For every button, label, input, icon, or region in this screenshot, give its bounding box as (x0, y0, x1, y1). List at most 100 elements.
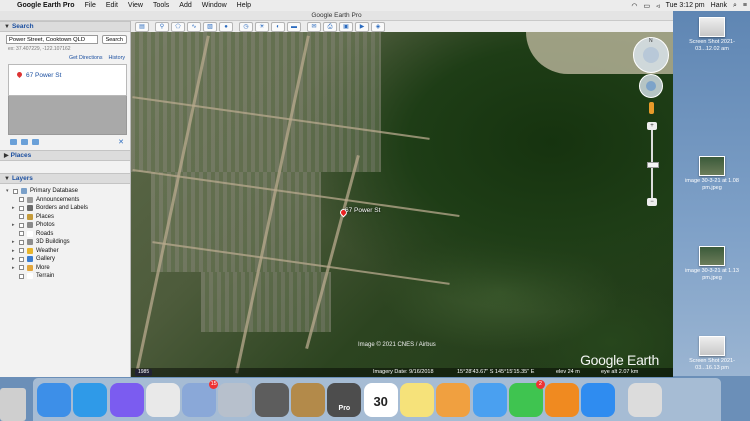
layer-checkbox[interactable] (19, 239, 24, 245)
email-icon[interactable]: ✉ (307, 21, 321, 32)
menu-file[interactable]: File (80, 2, 101, 9)
layer-expander-icon[interactable]: ▸ (12, 205, 19, 211)
layer-item[interactable]: ▸ More (6, 264, 130, 273)
layer-expander-icon[interactable]: ▸ (12, 256, 19, 262)
spotlight-icon[interactable]: ⌕ (730, 2, 740, 10)
street-view-pegman-icon[interactable] (649, 102, 654, 114)
layer-checkbox[interactable] (19, 265, 24, 271)
layer-checkbox[interactable] (19, 222, 24, 228)
finder-icon[interactable] (37, 382, 71, 417)
layer-item[interactable]: ▸ Weather (6, 247, 130, 256)
calendar-icon[interactable]: 30 (363, 382, 398, 417)
layer-checkbox[interactable] (19, 205, 24, 211)
menu-window[interactable]: Window (197, 2, 232, 9)
menu-edit[interactable]: Edit (101, 2, 123, 9)
desktop-file[interactable]: Screen Shot 2021-03...16.13 pm (677, 336, 747, 371)
zoom-out-icon[interactable]: − (647, 198, 657, 206)
battery-icon[interactable]: ▭ (640, 2, 653, 10)
layers-panel-header[interactable]: ▼ Layers (0, 173, 130, 184)
layer-item[interactable]: Roads (6, 230, 130, 239)
copy-icon[interactable] (21, 139, 28, 145)
wifi-icon[interactable]: ◠ (628, 2, 640, 10)
desktop-file[interactable]: Screen Shot 2021-03...12.02 am (677, 17, 747, 52)
layer-item[interactable]: ▸ 3D Buildings (6, 238, 130, 247)
layer-item[interactable]: ▸ Borders and Labels (6, 204, 130, 213)
messenger-icon[interactable] (109, 382, 144, 417)
layer-checkbox[interactable] (19, 214, 24, 220)
volume-icon[interactable]: ◃ (653, 2, 663, 10)
notepad-icon[interactable] (399, 382, 434, 417)
layer-expander-icon[interactable]: ▸ (12, 265, 19, 271)
places-panel-header[interactable]: ▶ Places (0, 150, 130, 161)
mail-stamp-icon[interactable]: 15 (182, 379, 219, 417)
zoom-slider[interactable]: + − (647, 122, 659, 207)
maps-icon[interactable]: ◈ (371, 21, 385, 32)
search-result-item[interactable]: 67 Power St (15, 70, 61, 79)
trash-icon[interactable] (628, 382, 663, 417)
app-menu[interactable]: Google Earth Pro (12, 2, 80, 9)
planet-icon[interactable]: ◐ (271, 21, 285, 32)
path-icon[interactable]: ∿ (187, 21, 201, 32)
tour-icon[interactable]: ● (219, 21, 233, 32)
layer-item[interactable]: ▸ Gallery (6, 255, 130, 264)
layer-item[interactable]: Terrain (6, 272, 130, 281)
folder-icon[interactable] (10, 139, 17, 145)
placemark-icon[interactable]: ⚲ (155, 21, 169, 32)
look-joystick[interactable] (639, 74, 663, 98)
screenshot-icon[interactable] (254, 382, 289, 417)
books-icon[interactable] (545, 382, 580, 417)
search-button[interactable]: Search (101, 35, 127, 44)
get-directions-link[interactable]: Get Directions (69, 55, 103, 61)
titlebar[interactable]: Google Earth Pro (0, 11, 673, 21)
layer-checkbox[interactable] (19, 231, 24, 237)
layer-item[interactable]: Places (6, 213, 130, 222)
layer-checkbox[interactable] (19, 256, 24, 262)
layer-checkbox[interactable] (13, 188, 18, 194)
print-results-icon[interactable] (32, 139, 39, 145)
ruler-icon[interactable]: ▬ (287, 21, 301, 32)
launchpad-icon[interactable] (218, 382, 253, 417)
google-earth-pro-icon[interactable]: Pro (327, 382, 362, 417)
history-link[interactable]: History (109, 55, 125, 61)
menu-view[interactable]: View (123, 2, 148, 9)
search-input[interactable] (6, 35, 98, 44)
layer-item[interactable]: ▸ Photos (6, 221, 130, 230)
print-icon[interactable]: ⎙ (323, 21, 337, 32)
layer-expander-icon[interactable]: ▾ (6, 188, 13, 194)
layer-expander-icon[interactable]: ▸ (12, 248, 19, 254)
layer-checkbox[interactable] (19, 248, 24, 254)
desktop-file[interactable]: image 30-3-21 at 1.13 pm.jpeg (677, 246, 747, 281)
sidebar-toggle-icon[interactable]: ▤ (135, 21, 149, 32)
close-icon[interactable]: ✕ (118, 138, 124, 146)
notes-box-icon[interactable] (291, 382, 326, 417)
zoom-in-icon[interactable]: + (647, 122, 657, 130)
layer-checkbox[interactable] (19, 197, 24, 203)
user-name[interactable]: Hank (708, 2, 730, 9)
photos-icon[interactable] (436, 382, 471, 417)
messages-icon[interactable] (472, 382, 507, 417)
menu-help[interactable]: Help (232, 2, 256, 9)
historical-imagery-year[interactable]: 1985 (135, 369, 153, 376)
layer-expander-icon[interactable]: ▸ (12, 239, 19, 245)
chrome-icon[interactable] (145, 382, 180, 417)
desktop-file[interactable]: image 30-3-21 at 1.08 pm.jpeg (677, 156, 747, 191)
facetime-icon[interactable]: 2 (508, 379, 545, 417)
disk-drive-icon[interactable] (0, 388, 26, 421)
layer-item[interactable]: ▾ Primary Database (6, 187, 130, 196)
layer-item[interactable]: Announcements (6, 196, 130, 205)
compass-control[interactable]: N (633, 37, 669, 73)
menu-tools[interactable]: Tools (148, 2, 174, 9)
layer-checkbox[interactable] (19, 273, 24, 279)
clock[interactable]: Tue 3:12 pm (663, 2, 708, 9)
safari-icon[interactable] (73, 382, 108, 417)
app-store-icon[interactable] (581, 382, 616, 417)
zoom-thumb[interactable] (647, 162, 659, 168)
map-view[interactable]: N + − 67 Power St Image © 2021 CNES / Ai… (131, 32, 673, 377)
search-panel-header[interactable]: ▼ Search (0, 21, 130, 32)
menu-add[interactable]: Add (174, 2, 196, 9)
layer-expander-icon[interactable]: ▸ (12, 222, 19, 228)
map-placemark-label[interactable]: 67 Power St (345, 207, 380, 214)
polygon-icon[interactable]: ⬠ (171, 21, 185, 32)
sun-icon[interactable]: ☀ (255, 21, 269, 32)
history-icon[interactable]: ◷ (239, 21, 253, 32)
